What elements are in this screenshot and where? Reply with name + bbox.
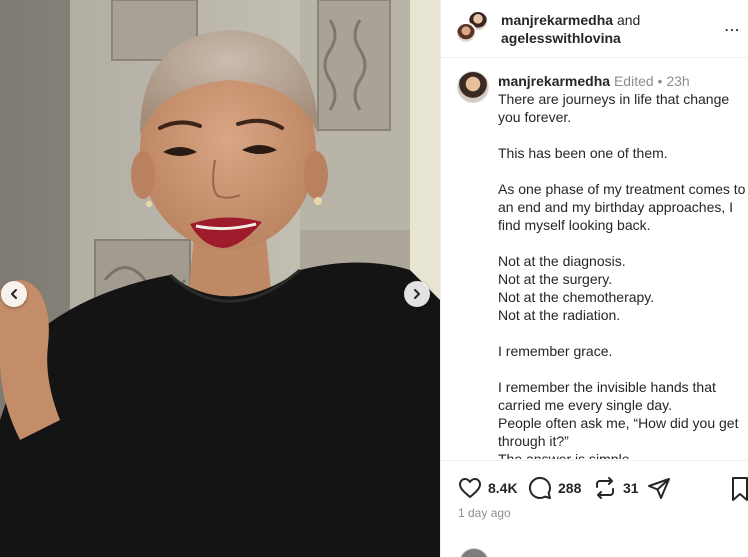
avatar[interactable] — [457, 71, 489, 103]
caption-meta: manjrekarmedha Edited • 23h — [498, 72, 748, 90]
save-button[interactable] — [731, 476, 748, 502]
caption-line: Not at the diagnosis. — [498, 253, 626, 269]
comment-button[interactable]: 288 — [528, 476, 581, 500]
coauthor-username-link[interactable]: agelesswithlovina — [501, 30, 621, 46]
caption-line — [498, 324, 748, 342]
caption-line: This has been one of them. — [498, 145, 668, 161]
collab-authors: manjrekarmedha and agelesswithlovina — [501, 11, 640, 47]
caption-scroll-area[interactable]: manjrekarmedha Edited • 23h There are jo… — [441, 59, 748, 459]
like-button[interactable]: 8.4K — [458, 476, 518, 500]
send-icon — [648, 478, 670, 499]
caption-line: you forever. — [498, 109, 572, 125]
author-username-link[interactable]: manjrekarmedha — [501, 12, 613, 28]
post-time[interactable]: 23h — [666, 73, 689, 89]
caption-line: through it?” — [498, 433, 569, 449]
caption-line: Not at the radiation. — [498, 307, 621, 323]
share-button[interactable] — [647, 476, 671, 500]
more-options-button[interactable]: ⋯ — [724, 20, 741, 40]
caption-line: As one phase of my treatment comes to — [498, 181, 746, 197]
caption-line: Not at the surgery. — [498, 271, 613, 287]
caption-line: People often ask me, “How did you get — [498, 415, 739, 431]
caption-line — [498, 126, 748, 144]
caption-line — [498, 162, 748, 180]
bookmark-icon — [732, 477, 748, 501]
post-photo — [0, 0, 440, 557]
post-media[interactable] — [0, 0, 440, 557]
caption-line — [498, 234, 748, 252]
author-conjunction: and — [616, 12, 641, 28]
separator-dot: • — [657, 73, 663, 89]
caption-line: The answer is simple. — [498, 451, 634, 459]
repost-button[interactable]: 31 — [593, 476, 639, 500]
collab-avatars[interactable] — [455, 10, 491, 46]
caption-line: There are journeys in life that change — [498, 91, 730, 107]
caption-line: an end and my birthday approaches, I — [498, 199, 734, 215]
avatar[interactable] — [455, 22, 477, 44]
more-horizontal-icon: ⋯ — [724, 22, 741, 39]
repost-icon — [596, 477, 614, 499]
carousel-prev-button[interactable] — [1, 281, 27, 307]
chevron-left-icon — [11, 289, 17, 299]
caption-line: Not at the chemotherapy. — [498, 289, 655, 305]
caption-line: carried me every single day. — [498, 397, 673, 413]
like-count[interactable]: 8.4K — [488, 480, 518, 496]
chevron-right-icon — [414, 289, 420, 299]
comment-count: 288 — [558, 480, 582, 496]
carousel-next-button[interactable] — [404, 281, 430, 307]
caption-username-link[interactable]: manjrekarmedha — [498, 73, 610, 89]
post-header: manjrekarmedha and agelesswithlovina ⋯ — [441, 0, 748, 58]
repost-count: 31 — [623, 480, 639, 496]
avatar — [459, 548, 489, 557]
caption: manjrekarmedha Edited • 23h There are jo… — [498, 72, 748, 459]
post-panel: manjrekarmedha and agelesswithlovina ⋯ m… — [440, 0, 748, 557]
edited-label: Edited — [613, 73, 654, 89]
caption-line: find myself looking back. — [498, 217, 651, 233]
comment-icon — [528, 476, 551, 499]
caption-line: I remember the invisible hands that — [498, 379, 716, 395]
post-time-ago[interactable]: 1 day ago — [458, 506, 511, 520]
caption-line — [498, 360, 748, 378]
action-bar: 8.4K 288 31 1 day ago — [441, 460, 748, 557]
caption-line: I remember grace. — [498, 343, 613, 359]
heart-icon — [459, 478, 481, 498]
